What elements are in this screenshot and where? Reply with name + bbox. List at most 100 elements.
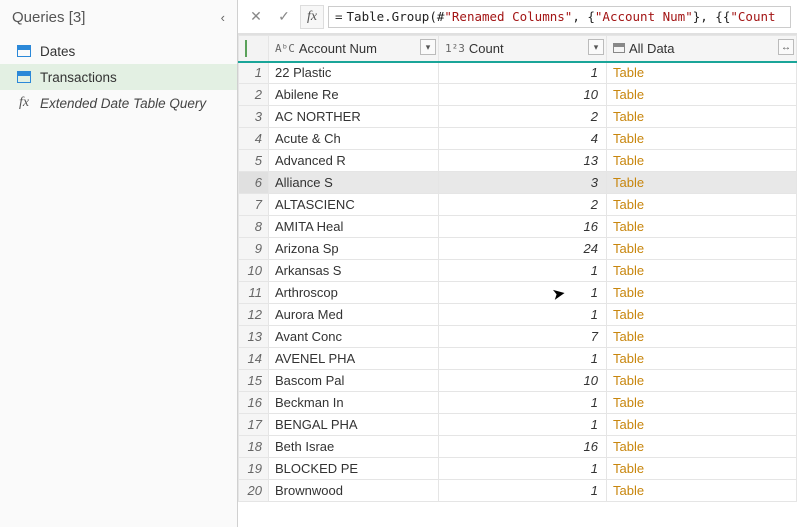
cell-all-data[interactable]: Table <box>607 172 797 194</box>
table-row[interactable]: 4Acute & Ch4Table <box>239 128 797 150</box>
row-number[interactable]: 17 <box>239 414 269 436</box>
cell-all-data[interactable]: Table <box>607 326 797 348</box>
cancel-formula-button[interactable]: ✕ <box>244 5 268 29</box>
cell-account-num[interactable]: AC NORTHER <box>269 106 439 128</box>
collapse-icon[interactable]: ‹ <box>221 10 225 25</box>
table-row[interactable]: 9Arizona Sp24Table <box>239 238 797 260</box>
cell-account-num[interactable]: BLOCKED PE <box>269 458 439 480</box>
cell-account-num[interactable]: Arizona Sp <box>269 238 439 260</box>
cell-all-data[interactable]: Table <box>607 458 797 480</box>
row-number[interactable]: 3 <box>239 106 269 128</box>
cell-all-data[interactable]: Table <box>607 480 797 502</box>
cell-count[interactable]: 4 <box>439 128 607 150</box>
row-number[interactable]: 5 <box>239 150 269 172</box>
cell-count[interactable]: 16 <box>439 216 607 238</box>
table-row[interactable]: 8AMITA Heal16Table <box>239 216 797 238</box>
cell-count[interactable]: 3 <box>439 172 607 194</box>
cell-count[interactable]: 1 <box>439 392 607 414</box>
cell-account-num[interactable]: Avant Conc <box>269 326 439 348</box>
column-header-all-data[interactable]: All Data ↔ <box>607 36 797 62</box>
row-number[interactable]: 7 <box>239 194 269 216</box>
row-number[interactable]: 9 <box>239 238 269 260</box>
cell-account-num[interactable]: 22 Plastic <box>269 62 439 84</box>
cell-all-data[interactable]: Table <box>607 106 797 128</box>
cell-all-data[interactable]: Table <box>607 370 797 392</box>
cell-count[interactable]: 16 <box>439 436 607 458</box>
cell-account-num[interactable]: AVENEL PHA <box>269 348 439 370</box>
row-number[interactable]: 19 <box>239 458 269 480</box>
table-row[interactable]: 13Avant Conc7Table <box>239 326 797 348</box>
table-row[interactable]: 19BLOCKED PE1Table <box>239 458 797 480</box>
cell-account-num[interactable]: ALTASCIENC <box>269 194 439 216</box>
query-item[interactable]: Dates <box>0 38 237 64</box>
cell-count[interactable]: 24 <box>439 238 607 260</box>
table-row[interactable]: 7ALTASCIENC2Table <box>239 194 797 216</box>
row-number[interactable]: 14 <box>239 348 269 370</box>
cell-count[interactable]: 1 <box>439 62 607 84</box>
cell-count[interactable]: 1 <box>439 480 607 502</box>
query-item[interactable]: fxExtended Date Table Query <box>0 90 237 116</box>
accept-formula-button[interactable]: ✓ <box>272 5 296 29</box>
cell-count[interactable]: 1 <box>439 282 607 304</box>
table-row[interactable]: 20Brownwood1Table <box>239 480 797 502</box>
cell-count[interactable]: 1 <box>439 458 607 480</box>
table-row[interactable]: 3AC NORTHER2Table <box>239 106 797 128</box>
row-number[interactable]: 20 <box>239 480 269 502</box>
table-row[interactable]: 10Arkansas S1Table <box>239 260 797 282</box>
cell-account-num[interactable]: AMITA Heal <box>269 216 439 238</box>
cell-account-num[interactable]: BENGAL PHA <box>269 414 439 436</box>
table-corner[interactable] <box>239 36 269 62</box>
cell-all-data[interactable]: Table <box>607 348 797 370</box>
row-number[interactable]: 2 <box>239 84 269 106</box>
cell-count[interactable]: 2 <box>439 106 607 128</box>
cell-count[interactable]: 10 <box>439 370 607 392</box>
cell-count[interactable]: 1 <box>439 348 607 370</box>
cell-all-data[interactable]: Table <box>607 238 797 260</box>
row-number[interactable]: 8 <box>239 216 269 238</box>
table-row[interactable]: 12Aurora Med1Table <box>239 304 797 326</box>
cell-count[interactable]: 1 <box>439 304 607 326</box>
cell-count[interactable]: 10 <box>439 84 607 106</box>
table-row[interactable]: 18Beth Israe16Table <box>239 436 797 458</box>
expand-icon[interactable]: ↔ <box>778 39 794 55</box>
cell-count[interactable]: 2 <box>439 194 607 216</box>
cell-account-num[interactable]: Brownwood <box>269 480 439 502</box>
cell-all-data[interactable]: Table <box>607 414 797 436</box>
cell-all-data[interactable]: Table <box>607 150 797 172</box>
cell-account-num[interactable]: Advanced R <box>269 150 439 172</box>
cell-count[interactable]: 7 <box>439 326 607 348</box>
fx-icon[interactable]: fx <box>300 5 324 29</box>
cell-account-num[interactable]: Bascom Pal <box>269 370 439 392</box>
table-row[interactable]: 14AVENEL PHA1Table <box>239 348 797 370</box>
table-row[interactable]: 122 Plastic1Table <box>239 62 797 84</box>
row-number[interactable]: 6 <box>239 172 269 194</box>
cell-account-num[interactable]: Arthroscop <box>269 282 439 304</box>
cell-account-num[interactable]: Arkansas S <box>269 260 439 282</box>
cell-account-num[interactable]: Abilene Re <box>269 84 439 106</box>
cell-all-data[interactable]: Table <box>607 282 797 304</box>
cell-all-data[interactable]: Table <box>607 128 797 150</box>
table-row[interactable]: 16Beckman In1Table <box>239 392 797 414</box>
table-row[interactable]: 17BENGAL PHA1Table <box>239 414 797 436</box>
formula-input[interactable]: = Table.Group(#"Renamed Columns", {"Acco… <box>328 6 791 28</box>
table-row[interactable]: 5Advanced R13Table <box>239 150 797 172</box>
cell-account-num[interactable]: Beckman In <box>269 392 439 414</box>
cell-all-data[interactable]: Table <box>607 62 797 84</box>
row-number[interactable]: 1 <box>239 62 269 84</box>
row-number[interactable]: 15 <box>239 370 269 392</box>
cell-all-data[interactable]: Table <box>607 392 797 414</box>
cell-all-data[interactable]: Table <box>607 194 797 216</box>
row-number[interactable]: 10 <box>239 260 269 282</box>
row-number[interactable]: 16 <box>239 392 269 414</box>
cell-count[interactable]: 1 <box>439 414 607 436</box>
filter-dropdown-icon[interactable]: ▾ <box>420 39 436 55</box>
cell-count[interactable]: 1 <box>439 260 607 282</box>
cell-all-data[interactable]: Table <box>607 84 797 106</box>
cell-account-num[interactable]: Alliance S <box>269 172 439 194</box>
row-number[interactable]: 4 <box>239 128 269 150</box>
cell-all-data[interactable]: Table <box>607 260 797 282</box>
row-number[interactable]: 11 <box>239 282 269 304</box>
row-number[interactable]: 12 <box>239 304 269 326</box>
cell-all-data[interactable]: Table <box>607 216 797 238</box>
table-row[interactable]: 2Abilene Re10Table <box>239 84 797 106</box>
